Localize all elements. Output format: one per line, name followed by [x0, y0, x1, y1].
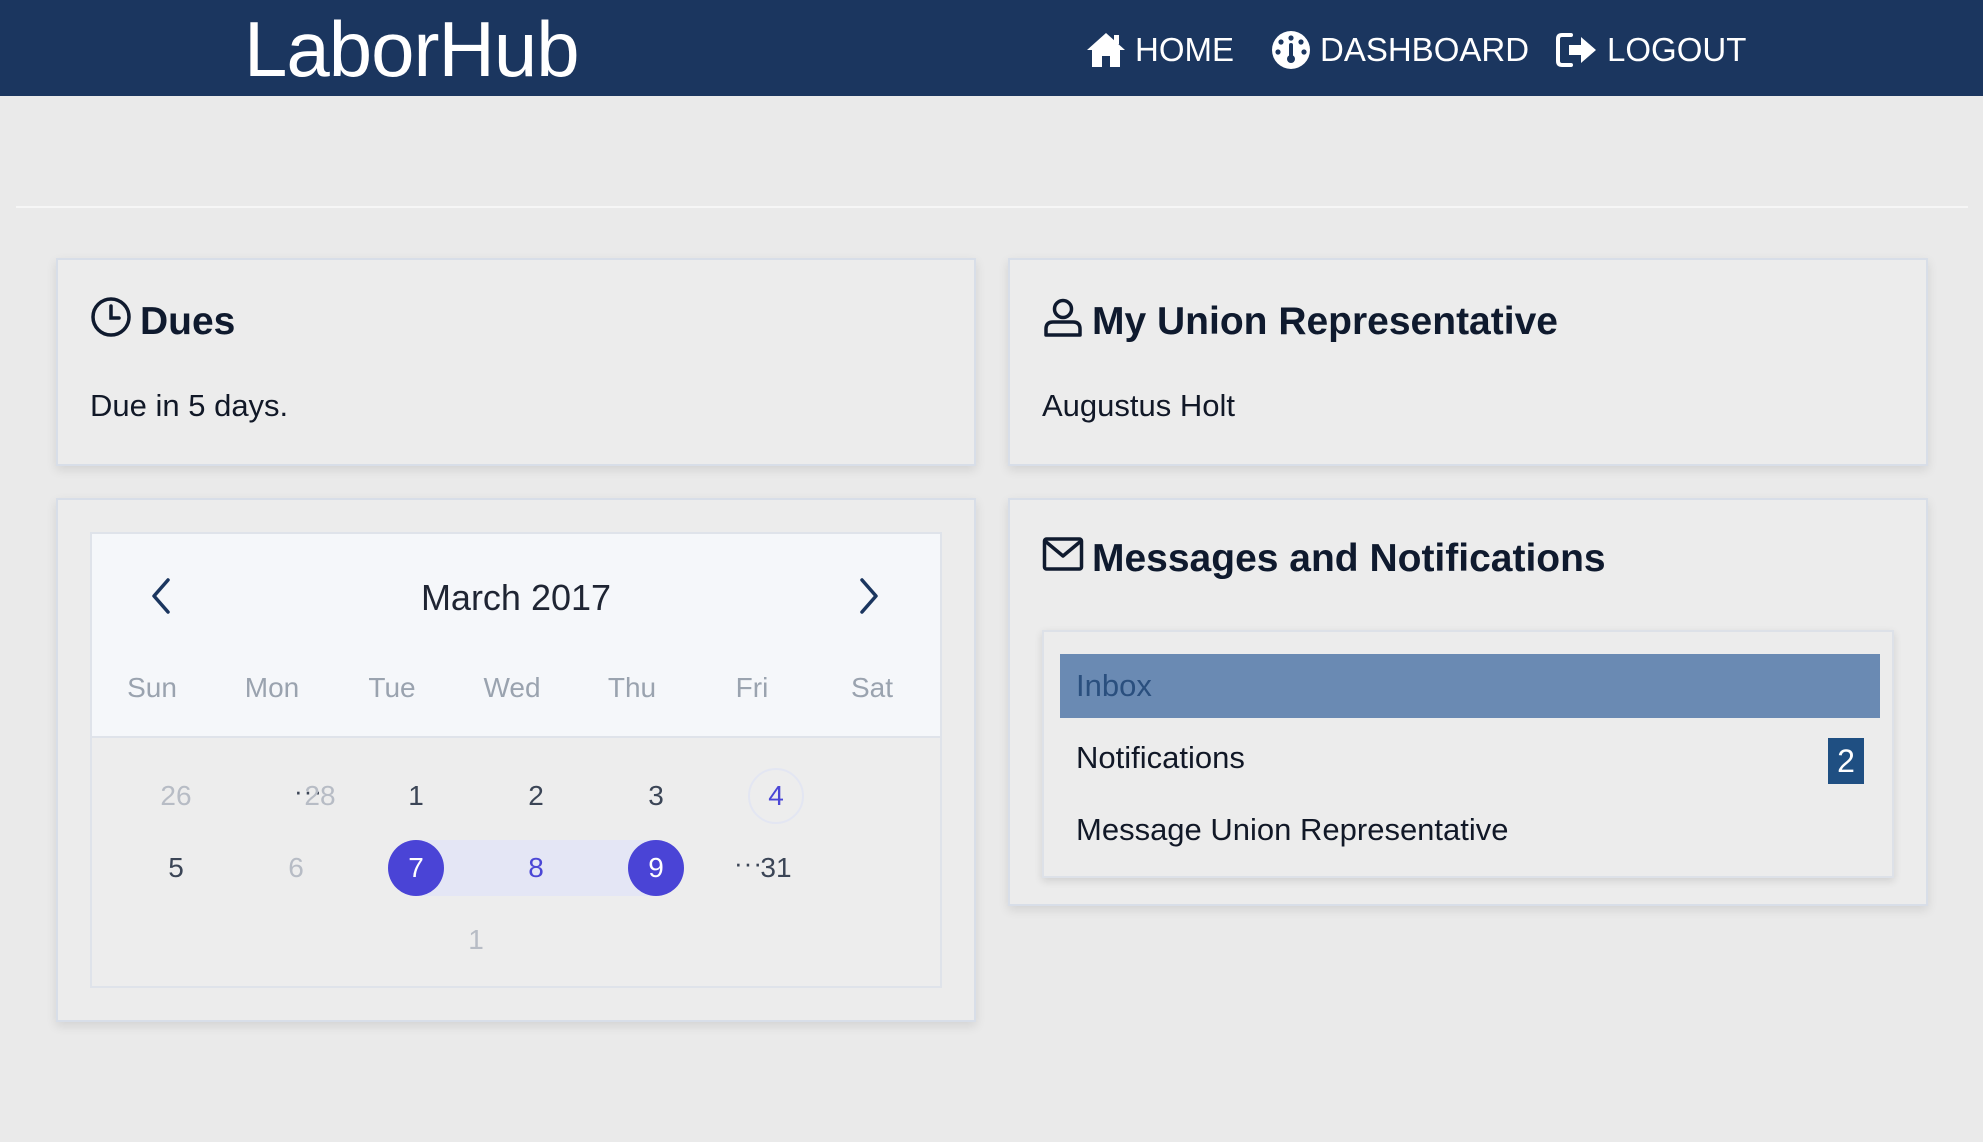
union-rep-title-text: My Union Representative: [1092, 300, 1558, 343]
calendar-day[interactable]: 1: [416, 912, 536, 968]
nav-logout-label: LOGOUT: [1607, 31, 1747, 68]
calendar-day-today[interactable]: 4: [716, 768, 836, 824]
weekday-fri: Fri: [735, 672, 769, 703]
calendar-month-label: March 2017: [420, 577, 612, 618]
list-item-inbox[interactable]: Inbox: [1060, 654, 1880, 718]
calendar-next-button[interactable]: [844, 570, 894, 626]
messages-title: Messages and Notifications: [1042, 536, 1606, 582]
nav-dashboard-label: DASHBOARD: [1320, 31, 1530, 68]
dues-text: Due in 5 days.: [90, 388, 289, 423]
message-rep-label: Message Union Representative: [1076, 812, 1509, 847]
weekday-tue: Tue: [368, 672, 416, 703]
messages-title-text: Messages and Notifications: [1092, 537, 1606, 580]
list-item-message-rep[interactable]: Message Union Representative: [1060, 798, 1880, 862]
list-item-notifications[interactable]: Notifications 2: [1060, 726, 1880, 790]
header-divider: [16, 206, 1968, 208]
chevron-left-icon: [148, 576, 174, 621]
weekday-thu: Thu: [607, 672, 657, 703]
inbox-label: Inbox: [1076, 668, 1152, 703]
union-rep-name: Augustus Holt: [1042, 388, 1235, 423]
nav-home-link[interactable]: HOME: [1085, 22, 1234, 78]
calendar-prev-button[interactable]: [136, 570, 186, 626]
clock-icon: [90, 296, 132, 348]
messages-list: Inbox Notifications 2 Message Union Repr…: [1042, 630, 1894, 878]
calendar-day-range-end[interactable]: 9: [596, 840, 716, 896]
weekday-mon: Mon: [244, 672, 300, 703]
nav-logout-link[interactable]: LOGOUT: [1555, 22, 1746, 78]
union-rep-card: My Union Representative Augustus Holt: [1008, 258, 1928, 466]
calendar-day[interactable]: 26: [116, 768, 236, 824]
nav-dashboard-link[interactable]: DASHBOARD: [1270, 22, 1529, 78]
calendar-header: March 2017 Sun Mon Tue Wed Thu Fri Sat: [92, 534, 940, 738]
calendar-day[interactable]: 1: [356, 768, 476, 824]
calendar-day[interactable]: 6: [236, 840, 356, 896]
calendar-widget: March 2017 Sun Mon Tue Wed Thu Fri Sat 2…: [90, 532, 942, 988]
chevron-right-icon: [856, 576, 882, 621]
calendar-card: March 2017 Sun Mon Tue Wed Thu Fri Sat 2…: [56, 498, 976, 1022]
calendar-day[interactable]: 31: [716, 840, 836, 896]
calendar-day-range-start[interactable]: 7: [356, 840, 476, 896]
messages-card: Messages and Notifications Inbox Notific…: [1008, 498, 1928, 906]
calendar-day[interactable]: 5: [116, 840, 236, 896]
weekday-sun: Sun: [127, 672, 177, 703]
envelope-icon: [1042, 536, 1084, 582]
brand-logo[interactable]: LaborHub: [244, 4, 580, 94]
user-icon: [1042, 296, 1084, 348]
calendar-day-in-range[interactable]: 8: [476, 840, 596, 896]
notifications-count-badge: 2: [1828, 738, 1864, 784]
range-end-marker: 9: [628, 840, 684, 896]
calendar-day[interactable]: 3: [596, 768, 716, 824]
union-rep-title: My Union Representative: [1042, 296, 1558, 348]
home-icon: [1085, 31, 1127, 69]
calendar-day[interactable]: 2: [476, 768, 596, 824]
weekday-sat: Sat: [850, 672, 894, 703]
dues-title: Dues: [90, 296, 235, 348]
today-marker: 4: [748, 768, 804, 824]
logout-icon: [1555, 31, 1599, 69]
weekday-wed: Wed: [483, 672, 541, 703]
dashboard-icon: [1270, 29, 1312, 71]
nav-home-label: HOME: [1135, 31, 1234, 68]
dues-card: Dues Due in 5 days.: [56, 258, 976, 466]
top-navbar: LaborHub HOME DASHBOARD LOGOUT: [0, 0, 1983, 96]
dues-title-text: Dues: [140, 300, 236, 343]
notifications-label: Notifications: [1076, 740, 1245, 775]
range-start-marker: 7: [388, 840, 444, 896]
